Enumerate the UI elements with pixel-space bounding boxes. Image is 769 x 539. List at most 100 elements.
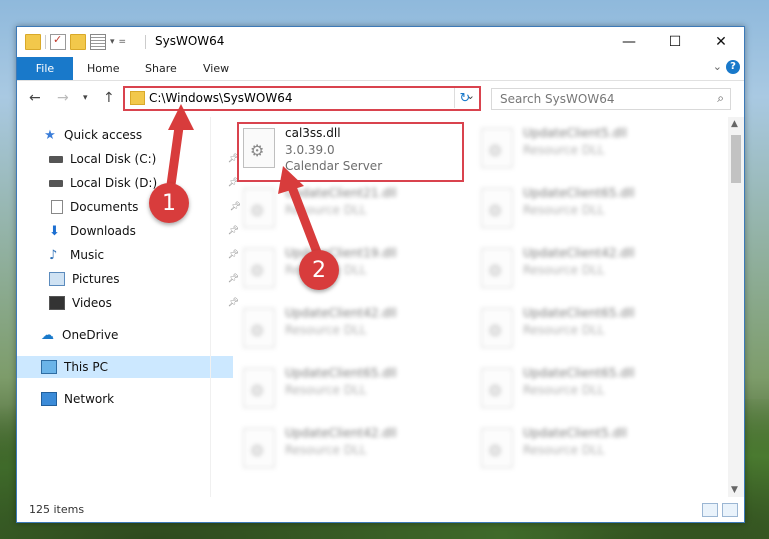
nav-local-disk-c[interactable]: Local Disk (C:) 📌︎ (17, 148, 241, 170)
ribbon-tabs: File Home Share View ⌄ ? (17, 57, 744, 81)
toolbar-separator (45, 35, 46, 49)
dll-file-icon: ⚙ (481, 368, 513, 408)
pane-divider[interactable] (210, 117, 211, 497)
gear-icon: ⚙ (250, 381, 265, 400)
gear-icon: ⚙ (488, 201, 503, 220)
new-folder-icon[interactable] (70, 34, 86, 50)
file-tile[interactable]: ⚙ UpdateClient42.dll Resource DLL (475, 242, 705, 300)
up-arrow-icon[interactable]: ↑ (103, 90, 115, 106)
item-count: 125 items (29, 503, 85, 516)
nav-network[interactable]: Network (17, 388, 233, 410)
file-type: Resource DLL (523, 263, 605, 277)
file-name: UpdateClient5.dll (523, 426, 627, 440)
file-name: UpdateClient65.dll (285, 366, 397, 380)
tab-share[interactable]: Share (131, 57, 191, 80)
step-badge-1: 1 (149, 183, 189, 223)
file-tile[interactable]: ⚙ UpdateClient42.dll Resource DLL (237, 302, 467, 360)
tab-file[interactable]: File (17, 57, 73, 80)
nav-label: Quick access (64, 128, 143, 142)
nav-label: Pictures (72, 272, 120, 286)
file-tile[interactable]: ⚙ UpdateClient19.dll Resource DLL (237, 242, 467, 300)
nav-label: Documents (70, 200, 139, 214)
gear-icon: ⚙ (250, 201, 265, 220)
scroll-thumb[interactable] (731, 135, 741, 183)
forward-arrow-icon[interactable]: → (57, 90, 69, 106)
nav-pictures[interactable]: Pictures 📌︎ (17, 268, 241, 290)
search-input[interactable] (498, 89, 702, 109)
network-icon (41, 392, 57, 406)
address-bar[interactable]: C:\Windows\SysWOW64 ⌄ (123, 86, 481, 111)
file-type: Resource DLL (523, 383, 605, 397)
maximize-button[interactable]: ☐ (652, 27, 698, 57)
file-tile[interactable]: ⚙ UpdateClient5.dll Resource DLL (475, 422, 705, 480)
address-path[interactable]: C:\Windows\SysWOW64 (149, 91, 293, 105)
refresh-icon[interactable]: ↻ (454, 88, 475, 108)
file-type: Resource DLL (523, 203, 605, 217)
computer-icon (41, 360, 57, 374)
file-tile[interactable]: ⚙ UpdateClient65.dll Resource DLL (475, 362, 705, 420)
file-tile[interactable]: ⚙ UpdateClient5.dll Resource DLL (475, 122, 705, 180)
gear-icon: ⚙ (488, 381, 503, 400)
explorer-window: ▾ = SysWOW64 — ☐ ✕ File Home Share View … (16, 26, 745, 523)
folder-icon (25, 34, 41, 50)
nav-downloads[interactable]: ⬇ Downloads 📌︎ (17, 220, 241, 242)
dll-file-icon: ⚙ (243, 188, 275, 228)
documents-icon (51, 200, 63, 214)
videos-icon (49, 296, 65, 310)
dll-file-icon: ⚙ (243, 368, 275, 408)
file-tile[interactable]: ⚙ UpdateClient65.dll Resource DLL (475, 182, 705, 240)
nav-videos[interactable]: Videos 📌︎ (17, 292, 241, 314)
status-bar: 125 items (17, 498, 744, 522)
tab-view[interactable]: View (189, 57, 243, 80)
customize-toolbar-chevron-icon[interactable]: ▾ (110, 37, 115, 47)
file-tile[interactable]: ⚙ UpdateClient65.dll Resource DLL (237, 362, 467, 420)
file-tile[interactable]: ⚙ UpdateClient65.dll Resource DLL (475, 302, 705, 360)
scroll-down-icon[interactable]: ▼ (731, 485, 738, 495)
navigation-pane: ★ Quick access Local Disk (C:) 📌︎ Local … (17, 117, 241, 497)
window-controls: — ☐ ✕ (606, 27, 744, 57)
star-icon: ★ (44, 127, 56, 143)
gear-icon: ⚙ (488, 141, 503, 160)
properties-icon[interactable] (90, 34, 106, 50)
nav-label: Downloads (70, 224, 136, 238)
download-arrow-icon: ⬇ (49, 223, 60, 239)
file-name: UpdateClient65.dll (523, 186, 635, 200)
details-view-icon[interactable] (702, 503, 718, 517)
dll-file-icon: ⚙ (481, 188, 513, 228)
gear-icon: ⚙ (488, 441, 503, 460)
nav-this-pc[interactable]: This PC (17, 356, 233, 378)
close-button[interactable]: ✕ (698, 27, 744, 57)
file-type: Resource DLL (285, 323, 367, 337)
file-name: UpdateClient65.dll (523, 366, 635, 380)
help-icon[interactable]: ? (726, 60, 740, 74)
drive-icon (49, 155, 63, 163)
gear-icon: ⚙ (250, 321, 265, 340)
file-type: Resource DLL (285, 203, 367, 217)
tab-home[interactable]: Home (73, 57, 133, 80)
search-box[interactable]: ⌕ (491, 88, 731, 110)
toolbar-dropdown-icon[interactable]: = (119, 37, 127, 47)
nav-onedrive[interactable]: ☁ OneDrive (17, 324, 233, 346)
nav-label: This PC (64, 360, 108, 374)
vertical-scrollbar[interactable]: ▲ ▼ (728, 117, 744, 497)
minimize-button[interactable]: — (606, 27, 652, 57)
back-arrow-icon[interactable]: ← (29, 90, 41, 106)
file-tile[interactable]: ⚙ UpdateClient21.dll Resource DLL (237, 182, 467, 240)
recent-locations-chevron-icon[interactable]: ▾ (83, 93, 88, 103)
search-icon[interactable]: ⌕ (717, 91, 724, 106)
nav-music[interactable]: ♪ Music 📌︎ (17, 244, 241, 266)
nav-local-disk-d[interactable]: Local Disk (D:) 📌︎ (17, 172, 241, 194)
file-tile[interactable]: ⚙ UpdateClient42.dll Resource DLL (237, 422, 467, 480)
scroll-up-icon[interactable]: ▲ (731, 119, 738, 129)
gear-icon: ⚙ (250, 441, 265, 460)
file-type: Resource DLL (523, 143, 605, 157)
dll-file-icon: ⚙ (243, 248, 275, 288)
properties-check-icon[interactable] (50, 33, 66, 50)
dll-file-icon: ⚙ (481, 428, 513, 468)
large-icons-view-icon[interactable] (722, 503, 738, 517)
nav-quick-access[interactable]: ★ Quick access (17, 124, 235, 146)
file-type: Resource DLL (523, 323, 605, 337)
expand-ribbon-chevron-icon[interactable]: ⌄ (713, 60, 722, 73)
nav-label: Local Disk (C:) (70, 152, 157, 166)
pictures-icon (49, 272, 65, 286)
